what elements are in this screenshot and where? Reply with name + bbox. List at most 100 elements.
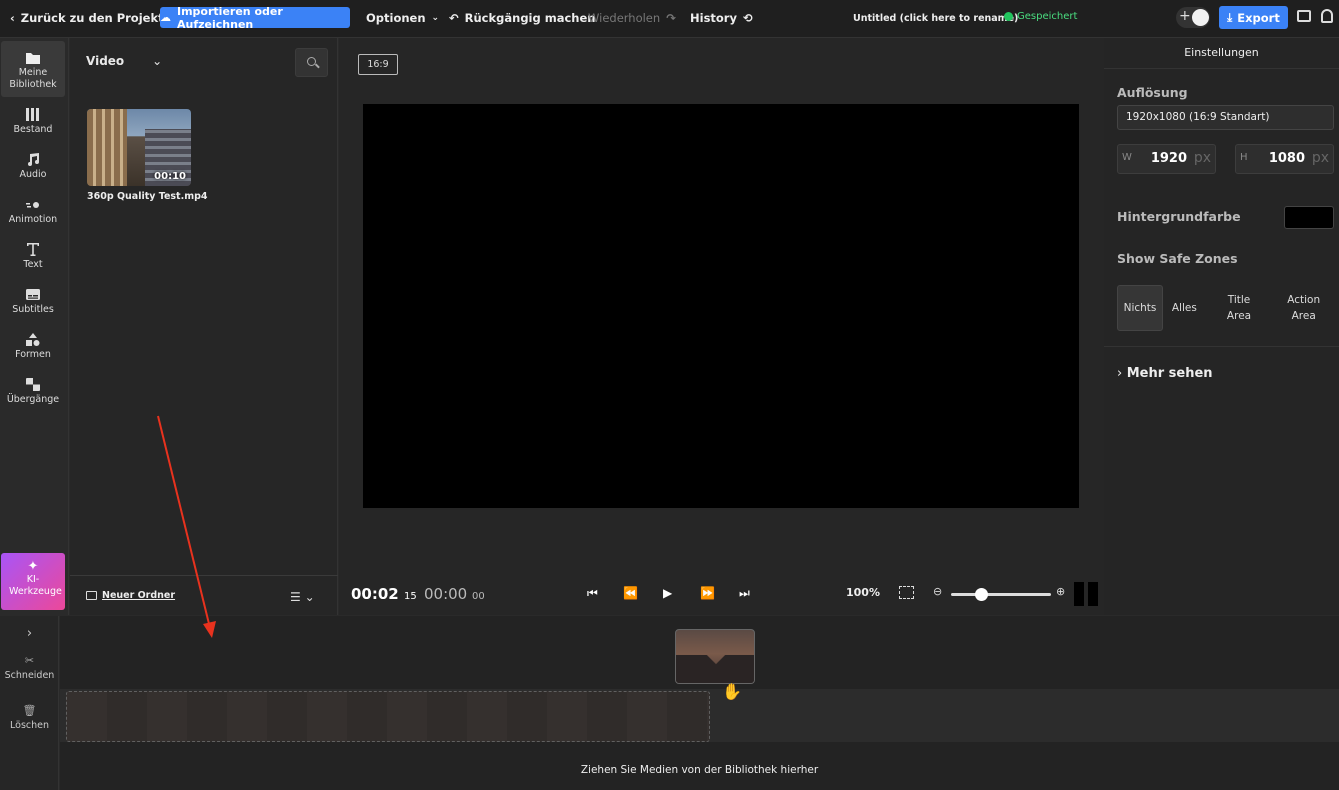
aspect-ratio-button[interactable]: 16:9 [358,54,398,75]
collaborators-avatar[interactable]: + [1176,7,1210,28]
preview-panel: 16:9 00:02 15 00:00 00 ⏮ ⏪ ▶ ⏩ ⏭ 100% ⊖ … [339,38,1104,615]
nav-item-animotion[interactable]: Animotion [1,188,65,234]
chevron-right-icon: › [1117,366,1123,381]
chevron-down-icon: ⌄ [152,54,163,68]
width-field[interactable]: W 1920 px [1117,144,1216,174]
nav-item-text[interactable]: Text [1,233,65,279]
delete-button[interactable]: 🗑 Löschen [0,704,59,731]
slider-knob[interactable] [975,588,988,601]
chevron-down-icon: ⌄ [431,13,440,23]
subtitles-icon [26,289,40,300]
media-name: 360p Quality Test.mp4 [87,191,208,202]
skip-end-icon[interactable]: ⏭ [739,586,750,601]
saved-status: Gespeichert [1004,11,1077,22]
media-type-dropdown[interactable]: Video ⌄ [86,54,162,68]
current-time: 00:02 15 [351,585,417,603]
settings-title: Einstellungen [1104,38,1339,69]
shapes-icon [26,333,40,346]
download-icon: ⤓ [1227,10,1233,24]
back-button[interactable]: ‹ Zurück zu den Projekten [10,0,180,36]
drop-hint: Ziehen Sie Medien von der Bibliothek hie… [580,764,819,776]
scissors-icon: ✂ [24,654,35,667]
safe-zones-selector: Nichts Alles Title Area Action Area [1117,285,1335,331]
folder-icon [26,53,40,64]
undo-icon: ↶ [449,11,459,25]
zoom-slider[interactable] [951,588,1051,601]
safe-zones-label: Show Safe Zones [1117,251,1238,266]
media-thumbnail[interactable]: 00:10 [87,109,191,186]
grab-hand-icon: ✋ [722,682,742,701]
total-time: 00:00 00 [424,585,485,603]
stock-icon [26,108,39,121]
zone-action-area[interactable]: Action Area [1272,285,1335,331]
nav-item-stock[interactable]: Bestand [1,98,65,144]
search-button[interactable] [295,48,328,77]
nav-item-my-library[interactable]: Meine Bibliothek [1,41,65,97]
animation-icon [26,202,39,208]
redo-button[interactable]: Wiederholen ↷ [588,0,676,36]
timeline-track[interactable] [60,689,1339,742]
play-icon[interactable]: ▶ [663,586,672,600]
avatar [1192,9,1209,26]
zoom-out-icon[interactable]: ⊖ [933,585,942,598]
nav-item-shapes[interactable]: Formen [1,323,65,369]
timeline: ✋ Ziehen Sie Medien von der Bibliothek h… [60,616,1339,790]
panel-toggle-handle[interactable] [1074,582,1084,606]
resolution-select[interactable]: 1920x1080 (16:9 Standart) [1117,105,1334,130]
zoom-in-icon[interactable]: ⊕ [1056,585,1065,598]
cut-button[interactable]: ✂ Schneiden [0,654,59,681]
nav-item-audio[interactable]: Audio [1,143,65,189]
library-panel: Video ⌄ 00:10 360p Quality Test.mp4 Neue… [70,38,338,615]
sort-icon[interactable]: ☰ ⌄ [290,590,315,604]
import-button[interactable]: ☁ Importieren oder Aufzeichnen [160,5,350,31]
chevron-right-icon: › [26,626,33,641]
background-color-swatch[interactable] [1284,206,1334,229]
background-color-label: Hintergrundfarbe [1117,209,1241,224]
library-footer: Neuer Ordner ☰ ⌄ [70,575,338,615]
height-field[interactable]: H 1080 px [1235,144,1334,174]
zone-all[interactable]: Alles [1163,285,1206,331]
see-more-button[interactable]: › Mehr sehen [1117,366,1213,381]
rewind-icon[interactable]: ⏪ [623,586,638,600]
chat-icon[interactable] [1297,10,1311,22]
options-menu[interactable]: Optionen ⌄ [366,0,439,36]
panel-toggle-handle[interactable] [1088,582,1098,606]
zone-none[interactable]: Nichts [1117,285,1163,331]
music-note-icon [28,153,39,166]
ki-tools-button[interactable]: ✦ KI-Werkzeuge [1,553,65,610]
expand-timeline-button[interactable]: › [0,626,59,641]
folder-plus-icon [86,591,97,600]
settings-panel: Einstellungen Auflösung 1920x1080 (16:9 … [1104,38,1339,615]
resolution-label: Auflösung [1117,85,1188,100]
dragged-media-preview[interactable] [675,629,755,684]
sparkles-icon: ✦ [27,559,39,574]
notification-icon[interactable] [1321,9,1333,23]
nav-item-subtitles[interactable]: Subtitles [1,278,65,324]
zone-title-area[interactable]: Title Area [1206,285,1273,331]
redo-icon: ↷ [666,11,676,25]
project-title[interactable]: Untitled (click here to rename) [853,0,1018,36]
top-bar: ‹ Zurück zu den Projekten ☁ Importieren … [0,0,1339,38]
export-button[interactable]: ⤓ Export [1219,6,1288,29]
trash-icon: 🗑 [22,704,37,717]
drop-placeholder[interactable] [66,691,710,742]
fast-forward-icon[interactable]: ⏩ [700,586,715,600]
fullscreen-icon[interactable] [899,586,914,599]
timeline-tools: › ✂ Schneiden 🗑 Löschen [0,616,59,790]
history-icon: ⟲ [742,11,753,25]
history-button[interactable]: History ⟲ [690,0,753,36]
skip-start-icon[interactable]: ⏮ [587,586,598,601]
text-icon [27,243,39,256]
new-folder-button[interactable]: Neuer Ordner [86,590,175,601]
plus-icon: + [1179,8,1191,24]
transitions-icon [26,378,40,391]
zoom-level[interactable]: 100% [846,586,880,599]
video-canvas[interactable] [363,104,1079,508]
left-nav: Meine Bibliothek Bestand Audio Animotion… [0,38,69,615]
undo-button[interactable]: ↶ Rückgängig machen [449,0,595,36]
cloud-upload-icon: ☁ [160,11,171,24]
divider [1104,346,1339,347]
media-duration: 00:10 [154,171,186,182]
chevron-left-icon: ‹ [10,11,15,25]
nav-item-transitions[interactable]: Übergänge [1,368,65,414]
